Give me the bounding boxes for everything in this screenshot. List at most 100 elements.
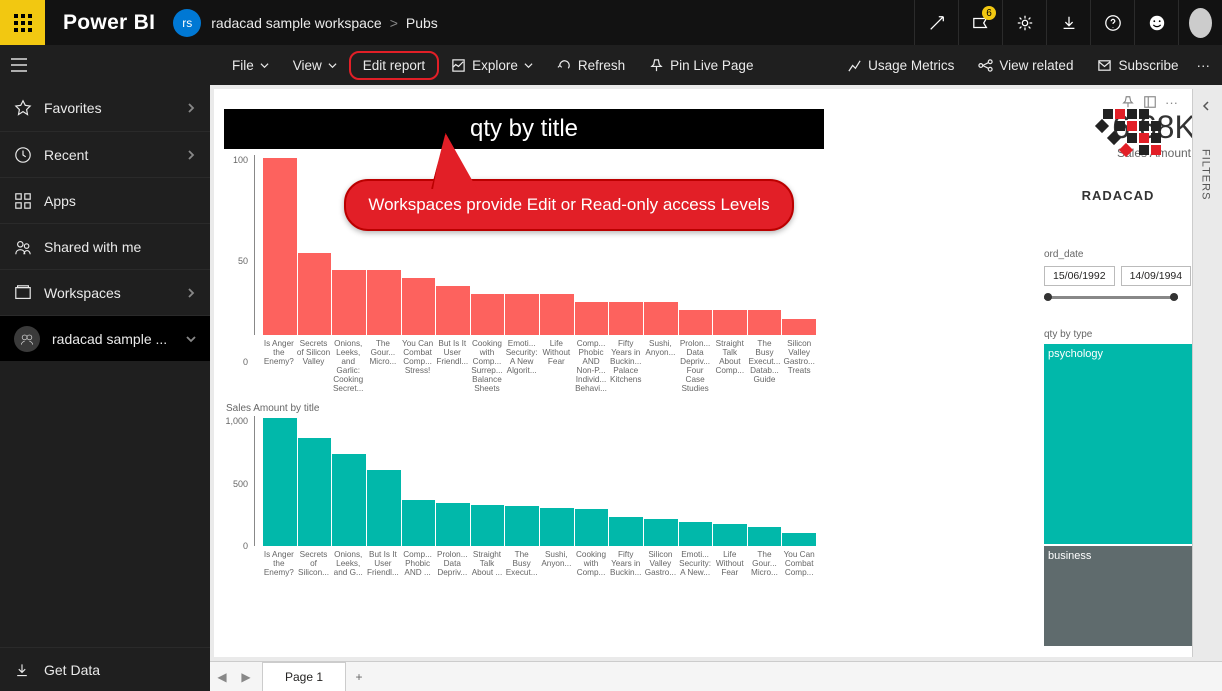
refresh-button[interactable]: Refresh (545, 51, 637, 80)
fullscreen-icon[interactable] (914, 0, 958, 45)
annotation-callout: Workspaces provide Edit or Read-only acc… (344, 179, 794, 231)
sidebar-item-recent[interactable]: Recent (0, 131, 210, 177)
report-canvas: ··· qty by title 100500 Is Anger the Ene… (214, 89, 1218, 657)
file-menu[interactable]: File (220, 51, 281, 80)
view-menu[interactable]: View (281, 51, 349, 80)
bar[interactable] (782, 533, 816, 546)
bar[interactable] (575, 302, 609, 335)
x-tick-label: Secrets of Silicon... (297, 550, 331, 577)
bar[interactable] (609, 302, 643, 335)
bar[interactable] (332, 454, 366, 546)
bar[interactable] (609, 517, 643, 546)
chart1-title: qty by title (224, 109, 824, 149)
bar[interactable] (644, 302, 678, 335)
bar[interactable] (540, 294, 574, 335)
bar[interactable] (402, 500, 436, 547)
x-tick-label: Sushi, Anyon... (540, 550, 574, 577)
x-tick-label: Prolon... Data Depriv... (435, 550, 469, 577)
bar[interactable] (471, 294, 505, 335)
tab-add-page[interactable]: + (346, 670, 372, 684)
bar[interactable] (332, 270, 366, 335)
more-options-icon[interactable]: ··· (1191, 51, 1217, 80)
bar[interactable] (713, 310, 747, 335)
slicer-handle-left[interactable] (1044, 293, 1052, 301)
tab-nav-next[interactable]: ▶ (234, 670, 258, 684)
chart-sales-amount-by-title[interactable]: 1,0005000 Is Anger the Enemy?Secrets of … (224, 416, 824, 577)
feedback-icon[interactable] (1134, 0, 1178, 45)
sidebar-item-favorites[interactable]: Favorites (0, 85, 210, 131)
edit-report-button[interactable]: Edit report (349, 51, 439, 80)
sidebar-label: Recent (44, 147, 88, 163)
x-tick-label: Onions, Leeks, and G... (331, 550, 365, 577)
x-tick-label: Straight Talk About ... (470, 550, 504, 577)
slicer-handle-right[interactable] (1170, 293, 1178, 301)
x-tick-label: Is Anger the Enemy? (262, 550, 296, 577)
explore-menu[interactable]: Explore (439, 51, 545, 80)
view-related-button[interactable]: View related (966, 51, 1085, 80)
get-data-button[interactable]: Get Data (0, 647, 210, 691)
sidebar-item-workspaces[interactable]: Workspaces (0, 269, 210, 315)
bar[interactable] (505, 506, 539, 546)
bar[interactable] (713, 524, 747, 546)
breadcrumb-report[interactable]: Pubs (406, 15, 438, 31)
x-tick-label: Straight Talk About Comp... (713, 339, 747, 393)
user-avatar[interactable] (1189, 8, 1212, 38)
bar[interactable] (436, 503, 470, 546)
sidebar-label: Apps (44, 193, 76, 209)
bar[interactable] (748, 310, 782, 335)
app-launcher-icon[interactable] (0, 0, 45, 45)
radacad-logo: RADACAD (1058, 109, 1178, 203)
tab-nav-prev[interactable]: ◀ (210, 670, 234, 684)
brand-title: Power BI (45, 11, 173, 35)
settings-icon[interactable] (1002, 0, 1046, 45)
bar[interactable] (263, 158, 297, 335)
nav-sidebar: Favorites Recent Apps Shared with me Wor… (0, 85, 210, 691)
sidebar-label: Favorites (44, 100, 102, 116)
x-tick-label: The Gour... Micro... (748, 550, 782, 577)
bar[interactable] (575, 509, 609, 546)
subscribe-button[interactable]: Subscribe (1085, 51, 1190, 80)
related-label: View related (999, 58, 1073, 73)
bar[interactable] (782, 319, 816, 335)
x-tick-label: The Gour... Micro... (366, 339, 400, 393)
breadcrumb-workspace[interactable]: radacad sample workspace (211, 15, 381, 31)
bar[interactable] (367, 270, 401, 335)
download-icon[interactable] (1046, 0, 1090, 45)
bar[interactable] (644, 519, 678, 546)
x-tick-label: Life Without Fear (540, 339, 574, 393)
pin-live-page-button[interactable]: Pin Live Page (637, 51, 765, 80)
bar[interactable] (679, 310, 713, 335)
x-tick-label: Silicon Valley Gastro... (644, 550, 678, 577)
notification-icon[interactable]: 6 (958, 0, 1002, 45)
subscribe-label: Subscribe (1118, 58, 1178, 73)
bar[interactable] (298, 438, 332, 546)
nav-toggle-icon[interactable] (0, 58, 38, 72)
bar[interactable] (402, 278, 436, 335)
sidebar-item-shared[interactable]: Shared with me (0, 223, 210, 269)
x-tick-label: Cooking with Comp... Surrep... Balance S… (470, 339, 504, 393)
bar[interactable] (505, 294, 539, 335)
bar[interactable] (436, 286, 470, 335)
sidebar-label: radacad sample ... (52, 331, 167, 347)
slicer-to-date[interactable]: 14/09/1994 (1121, 266, 1192, 286)
x-tick-label: Sushi, Anyon... (644, 339, 678, 393)
sidebar-item-apps[interactable]: Apps (0, 177, 210, 223)
slicer-ord-date[interactable]: ord_date 15/06/1992 14/09/1994 (1044, 249, 1178, 299)
bar[interactable] (298, 253, 332, 335)
tab-page1[interactable]: Page 1 (262, 662, 346, 691)
sidebar-item-current-workspace[interactable]: radacad sample ... (0, 315, 210, 361)
bar[interactable] (748, 527, 782, 547)
slicer-from-date[interactable]: 15/06/1992 (1044, 266, 1115, 286)
chart-qty-by-type[interactable]: qty by type psychology business trad_coo… (1044, 329, 1178, 607)
breadcrumb[interactable]: radacad sample workspace > Pubs (211, 15, 438, 31)
help-icon[interactable] (1090, 0, 1134, 45)
slicer-track[interactable] (1044, 296, 1178, 299)
bar[interactable] (367, 470, 401, 546)
bar[interactable] (471, 505, 505, 546)
x-tick-label: But Is It User Friendl... (435, 339, 469, 393)
filters-pane-toggle[interactable]: FILTERS (1192, 89, 1218, 657)
bar[interactable] (540, 508, 574, 546)
bar[interactable] (679, 522, 713, 546)
usage-metrics-button[interactable]: Usage Metrics (835, 51, 966, 80)
bar[interactable] (263, 418, 297, 546)
